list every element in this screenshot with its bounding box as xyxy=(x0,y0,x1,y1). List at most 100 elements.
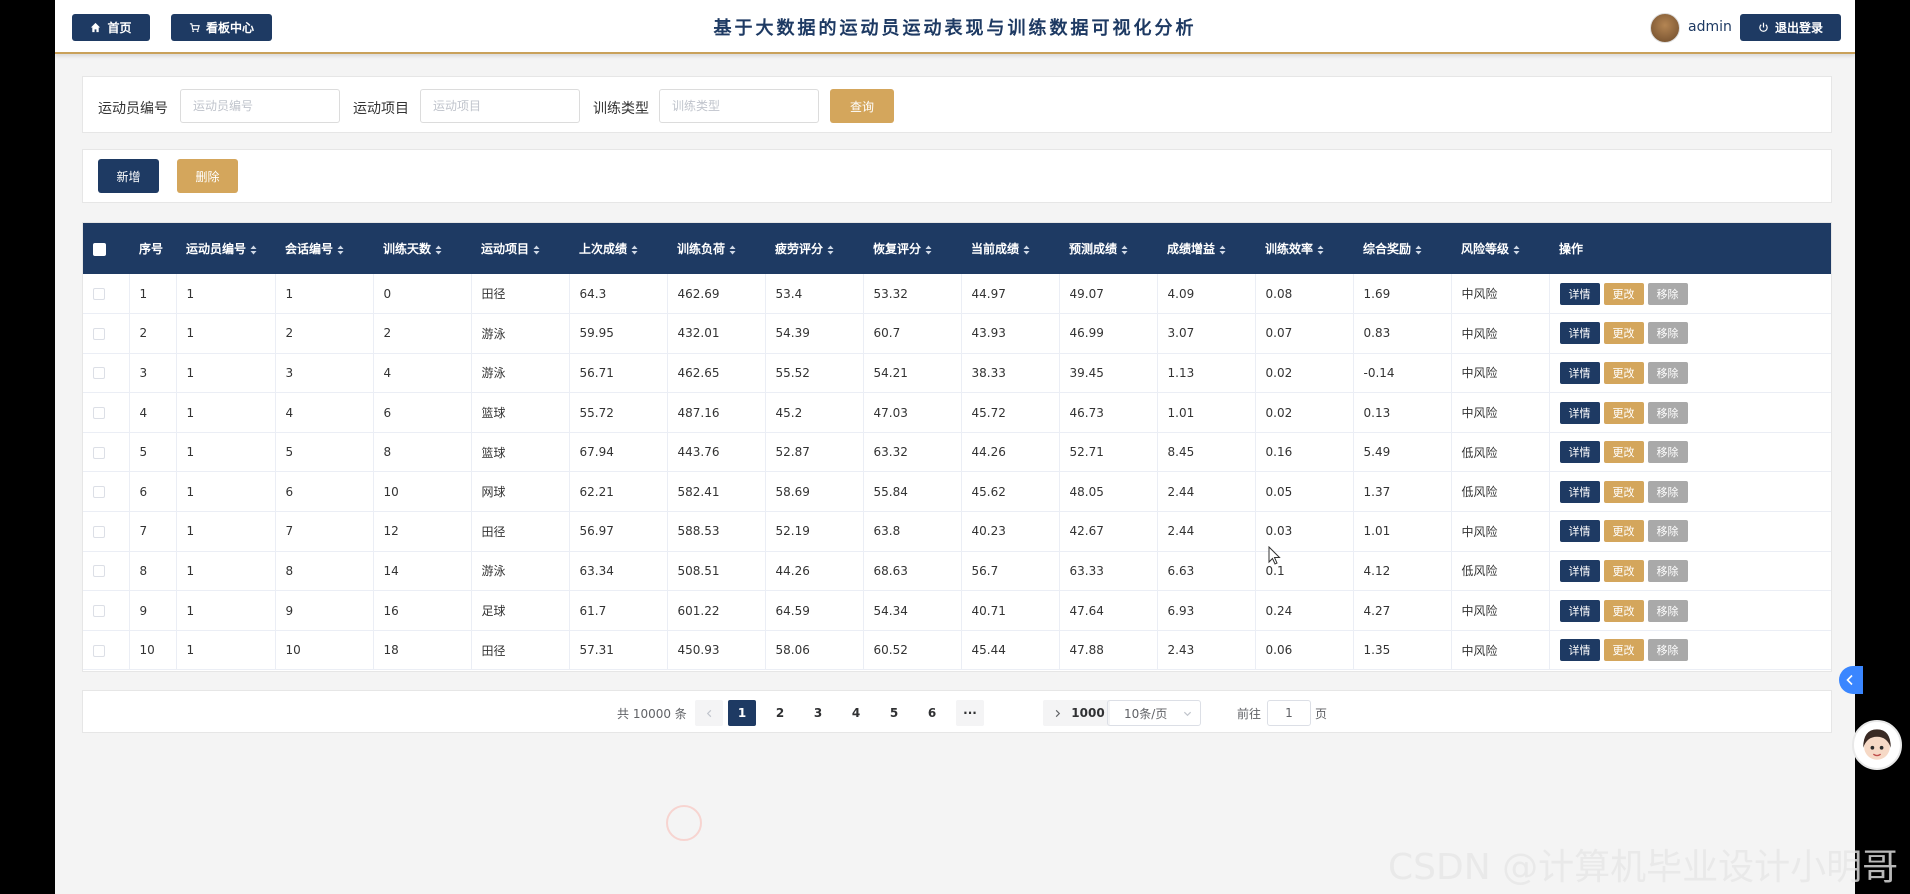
remove-button[interactable]: 移除 xyxy=(1647,599,1688,622)
sort-icon[interactable] xyxy=(337,245,344,255)
page-size-select[interactable]: 10条/页 xyxy=(1107,700,1201,726)
table-row[interactable]: 10 1 10 18 田径 57.31 450.93 58.06 60.52 45.44 47.88… xyxy=(83,630,1831,671)
page-number-button[interactable]: 6 xyxy=(918,700,946,726)
goto-page-input[interactable]: 1 xyxy=(1267,700,1311,726)
more-pages-button[interactable]: ··· xyxy=(956,700,984,726)
sort-icon[interactable] xyxy=(925,245,932,255)
page-number-button[interactable]: 3 xyxy=(804,700,832,726)
page-number-button[interactable]: 2 xyxy=(766,700,794,726)
column-header[interactable]: 疲劳评分 xyxy=(765,223,863,274)
collapse-panel-button[interactable] xyxy=(1839,666,1863,694)
column-header[interactable]: 会话编号 xyxy=(275,223,373,274)
row-checkbox[interactable] xyxy=(93,367,105,380)
athlete-id-input[interactable] xyxy=(180,89,340,123)
add-button[interactable]: 新增 xyxy=(98,159,159,193)
detail-button[interactable]: 详情 xyxy=(1559,441,1600,464)
column-header[interactable]: 上次成绩 xyxy=(569,223,667,274)
remove-button[interactable]: 移除 xyxy=(1647,322,1688,345)
table-row[interactable]: 1 1 1 0 田径 64.3 462.69 53.4 53.32 44.97 49.07 4.09 0… xyxy=(83,274,1831,315)
detail-button[interactable]: 详情 xyxy=(1559,282,1600,305)
sort-icon[interactable] xyxy=(1317,245,1324,255)
sort-icon[interactable] xyxy=(1023,245,1030,255)
next-page-arrow[interactable] xyxy=(1043,700,1071,726)
table-row[interactable]: 4 1 4 6 篮球 55.72 487.16 45.2 47.03 45.72 46.73 1.01… xyxy=(83,392,1831,433)
column-header[interactable]: 综合奖励 xyxy=(1353,223,1451,274)
edit-button[interactable]: 更改 xyxy=(1603,401,1644,424)
table-row[interactable]: 9 1 9 16 足球 61.7 601.22 64.59 54.34 40.71 47.64 6.9… xyxy=(83,590,1831,631)
last-page-button[interactable]: 1000 xyxy=(1066,700,1110,726)
table-row[interactable]: 3 1 3 4 游泳 56.71 462.65 55.52 54.21 38.33 39.45 1.1… xyxy=(83,353,1831,394)
prev-page-button[interactable] xyxy=(695,700,723,726)
detail-button[interactable]: 详情 xyxy=(1559,599,1600,622)
sort-icon[interactable] xyxy=(729,245,736,255)
edit-button[interactable]: 更改 xyxy=(1603,559,1644,582)
sort-icon[interactable] xyxy=(1513,245,1520,255)
detail-button[interactable]: 详情 xyxy=(1559,559,1600,582)
column-header[interactable]: 运动员编号 xyxy=(176,223,275,274)
row-checkbox[interactable] xyxy=(93,644,105,657)
column-header[interactable]: 运动项目 xyxy=(471,223,569,274)
edit-button[interactable]: 更改 xyxy=(1603,441,1644,464)
edit-button[interactable]: 更改 xyxy=(1603,480,1644,503)
row-checkbox[interactable] xyxy=(93,407,105,420)
row-checkbox[interactable] xyxy=(93,327,105,340)
remove-button[interactable]: 移除 xyxy=(1647,480,1688,503)
remove-button[interactable]: 移除 xyxy=(1647,401,1688,424)
sort-icon[interactable] xyxy=(631,245,638,255)
column-header[interactable]: 成绩增益 xyxy=(1157,223,1255,274)
sort-icon[interactable] xyxy=(533,245,540,255)
table-row[interactable]: 8 1 8 14 游泳 63.34 508.51 44.26 68.63 56.7 63.33 6.6… xyxy=(83,551,1831,592)
remove-button[interactable]: 移除 xyxy=(1647,639,1688,662)
row-checkbox[interactable] xyxy=(93,446,105,459)
table-row[interactable]: 5 1 5 8 篮球 67.94 443.76 52.87 63.32 44.26 52.71 8.4… xyxy=(83,432,1831,473)
detail-button[interactable]: 详情 xyxy=(1559,322,1600,345)
edit-button[interactable]: 更改 xyxy=(1603,639,1644,662)
row-checkbox[interactable] xyxy=(93,525,105,538)
edit-button[interactable]: 更改 xyxy=(1603,322,1644,345)
sort-icon[interactable] xyxy=(827,245,834,255)
edit-button[interactable]: 更改 xyxy=(1603,599,1644,622)
detail-button[interactable]: 详情 xyxy=(1559,520,1600,543)
edit-button[interactable]: 更改 xyxy=(1603,282,1644,305)
column-header[interactable]: 预测成绩 xyxy=(1059,223,1157,274)
training-type-input[interactable] xyxy=(659,89,819,123)
detail-button[interactable]: 详情 xyxy=(1559,361,1600,384)
page-number-button[interactable]: 5 xyxy=(880,700,908,726)
row-checkbox[interactable] xyxy=(93,486,105,499)
assistant-avatar[interactable] xyxy=(1852,720,1902,770)
delete-button[interactable]: 删除 xyxy=(177,159,238,193)
remove-button[interactable]: 移除 xyxy=(1647,282,1688,305)
detail-button[interactable]: 详情 xyxy=(1559,639,1600,662)
sort-icon[interactable] xyxy=(1121,245,1128,255)
table-row[interactable]: 7 1 7 12 田径 56.97 588.53 52.19 63.8 40.23 42.67 2.4… xyxy=(83,511,1831,552)
edit-button[interactable]: 更改 xyxy=(1603,361,1644,384)
column-header[interactable]: 恢复评分 xyxy=(863,223,961,274)
sort-icon[interactable] xyxy=(435,245,442,255)
column-header[interactable]: 训练天数 xyxy=(373,223,471,274)
select-all-checkbox[interactable] xyxy=(93,242,106,256)
column-header[interactable]: 训练效率 xyxy=(1255,223,1353,274)
logout-button[interactable]: 退出登录 xyxy=(1740,14,1841,41)
remove-button[interactable]: 移除 xyxy=(1647,520,1688,543)
avatar[interactable] xyxy=(1650,13,1680,43)
detail-button[interactable]: 详情 xyxy=(1559,401,1600,424)
column-header[interactable]: 训练负荷 xyxy=(667,223,765,274)
page-number-button[interactable]: 1 xyxy=(728,700,756,726)
sort-icon[interactable] xyxy=(250,245,257,255)
row-checkbox[interactable] xyxy=(93,288,105,301)
query-button[interactable]: 查询 xyxy=(830,89,894,123)
remove-button[interactable]: 移除 xyxy=(1647,361,1688,384)
sort-icon[interactable] xyxy=(1415,245,1422,255)
row-checkbox[interactable] xyxy=(93,565,105,578)
page-number-button[interactable]: 4 xyxy=(842,700,870,726)
detail-button[interactable]: 详情 xyxy=(1559,480,1600,503)
row-checkbox[interactable] xyxy=(93,605,105,618)
column-header[interactable]: 风险等级 xyxy=(1451,223,1549,274)
table-row[interactable]: 2 1 2 2 游泳 59.95 432.01 54.39 60.7 43.93 46.99 3.07… xyxy=(83,313,1831,354)
table-row[interactable]: 6 1 6 10 网球 62.21 582.41 58.69 55.84 45.62 48.05 2.… xyxy=(83,471,1831,513)
sport-input[interactable] xyxy=(420,89,580,123)
column-header[interactable]: 当前成绩 xyxy=(961,223,1059,274)
remove-button[interactable]: 移除 xyxy=(1647,441,1688,464)
edit-button[interactable]: 更改 xyxy=(1603,520,1644,543)
remove-button[interactable]: 移除 xyxy=(1647,559,1688,582)
